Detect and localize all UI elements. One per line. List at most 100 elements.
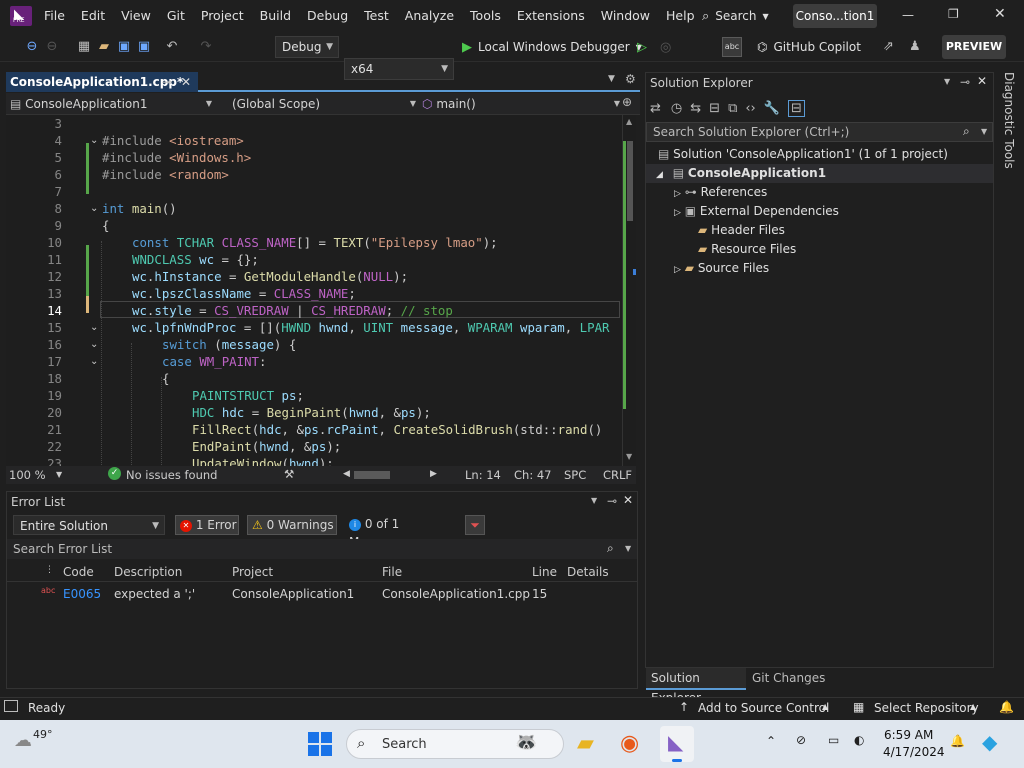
code-line[interactable]: 17 ⌄ case WM_PAINT:: [6, 353, 622, 370]
menu-tools[interactable]: Tools: [462, 0, 509, 32]
clock-date[interactable]: 4/17/2024: [883, 745, 945, 759]
error-search-input[interactable]: Search Error List ⌕ ▼: [7, 539, 637, 559]
chevron-down-icon[interactable]: ▼: [625, 544, 631, 553]
solution-root-node[interactable]: ▤ Solution 'ConsoleApplication1' (1 of 1…: [658, 145, 948, 164]
issues-status[interactable]: No issues found: [126, 468, 217, 482]
menu-view[interactable]: View: [113, 0, 159, 32]
code-line[interactable]: 23 UpdateWindow(hwnd);: [6, 455, 622, 466]
scroll-thumb[interactable]: [627, 141, 633, 221]
properties-icon[interactable]: 🔧: [764, 101, 780, 116]
pin-icon[interactable]: ⊸: [607, 494, 617, 508]
code-line[interactable]: 16 ⌄ switch (message) {: [6, 336, 622, 353]
table-row[interactable]: abc E0065 expected a ';' ConsoleApplicat…: [7, 584, 637, 604]
github-copilot-button[interactable]: ⌬ GitHub Copilot: [757, 36, 861, 58]
code-line[interactable]: 21 FillRect(hdc, &ps.rcPaint, CreateSolid…: [6, 421, 622, 438]
copilot-taskbar-icon[interactable]: ◆: [982, 730, 997, 754]
split-editor-icon[interactable]: ⊕: [622, 95, 632, 109]
scroll-left-icon[interactable]: ◀: [343, 469, 350, 479]
clock-time[interactable]: 6:59 AM: [884, 728, 933, 742]
error-code-link[interactable]: E0065: [63, 587, 101, 601]
menu-edit[interactable]: Edit: [73, 0, 113, 32]
whitespace-indicator[interactable]: SPC: [564, 468, 586, 482]
chevron-down-icon[interactable]: ▼: [56, 470, 62, 479]
start-button-icon[interactable]: [308, 732, 332, 756]
fold-chevron-icon[interactable]: ⌄: [90, 132, 98, 149]
editor-vertical-scrollbar[interactable]: ▲ ▼: [622, 115, 636, 466]
scroll-right-icon[interactable]: ▶: [430, 469, 437, 479]
warnings-filter-button[interactable]: ⚠ 0 Warnings: [247, 515, 337, 535]
chevron-down-icon[interactable]: ▼: [981, 127, 987, 136]
panel-menu-icon[interactable]: ▼: [591, 496, 597, 505]
tree-item-references[interactable]: ▷ ⊶ References: [674, 183, 767, 202]
start-debugging-button[interactable]: ▶ Local Windows Debugger ▼: [462, 36, 642, 58]
visual-studio-taskbar-icon[interactable]: ◣: [660, 726, 694, 762]
restore-icon[interactable]: ❐: [948, 7, 959, 21]
chevron-up-icon[interactable]: ▲: [822, 702, 828, 711]
close-icon[interactable]: ✕: [994, 6, 1006, 22]
errors-filter-button[interactable]: ✕ 1 Error: [175, 515, 239, 535]
feedback-icon[interactable]: ♟: [909, 39, 921, 54]
menu-window[interactable]: Window: [593, 0, 658, 32]
tab-solution-explorer[interactable]: Solution Explorer: [646, 668, 746, 705]
tab-git-changes[interactable]: Git Changes: [752, 668, 825, 690]
editor-settings-icon[interactable]: ⚙: [625, 72, 636, 86]
search-menu[interactable]: ⌕ Search ▼: [702, 6, 769, 26]
minimize-icon[interactable]: —: [902, 8, 914, 22]
file-explorer-icon[interactable]: ▰: [577, 731, 594, 756]
tree-item-header-files[interactable]: ▰ Header Files: [698, 221, 785, 240]
scroll-up-icon[interactable]: ▲: [626, 117, 632, 126]
preview-selected-icon[interactable]: ⊟: [787, 99, 805, 117]
filter-icon[interactable]: ⏷: [465, 515, 485, 535]
panel-close-icon[interactable]: ✕: [623, 493, 633, 507]
code-line[interactable]: 14 wc.style = CS_VREDRAW | CS_HREDRAW; //…: [6, 302, 622, 319]
code-line[interactable]: 13 wc.lpszClassName = CLASS_NAME;: [6, 285, 622, 302]
weather-temp[interactable]: 49°: [33, 728, 53, 741]
code-line[interactable]: 18 {: [6, 370, 622, 387]
switch-views-icon[interactable]: ⇆: [690, 101, 701, 116]
search-icon[interactable]: ⌕: [607, 541, 614, 556]
code-line[interactable]: 12 wc.hInstance = GetModuleHandle(NULL);: [6, 268, 622, 285]
undo-icon[interactable]: ↶: [162, 36, 182, 56]
view-code-icon[interactable]: ‹›: [745, 101, 755, 116]
menu-project[interactable]: Project: [193, 0, 252, 32]
menu-file[interactable]: File: [36, 0, 73, 32]
column-file[interactable]: File: [382, 565, 402, 579]
line-ending-indicator[interactable]: CRLF: [603, 468, 632, 482]
menu-build[interactable]: Build: [252, 0, 299, 32]
code-line[interactable]: 3: [6, 115, 622, 132]
code-line[interactable]: 6 #include <random>: [6, 166, 622, 183]
back-icon[interactable]: ⊖: [22, 36, 42, 56]
tree-item-source-files[interactable]: ▷ ▰ Source Files: [674, 259, 769, 278]
scroll-down-icon[interactable]: ▼: [626, 452, 632, 461]
panel-menu-icon[interactable]: ▼: [944, 77, 950, 86]
redo-icon[interactable]: ↷: [196, 36, 216, 56]
fold-chevron-icon[interactable]: ⌄: [90, 319, 98, 336]
code-line[interactable]: 15 ⌄ wc.lpfnWndProc = [](HWND hwnd, UINT m…: [6, 319, 622, 336]
code-line[interactable]: 19 PAINTSTRUCT ps;: [6, 387, 622, 404]
code-line[interactable]: 9{: [6, 217, 622, 234]
code-line[interactable]: 10 const TCHAR CLASS_NAME[] = TEXT("Epile…: [6, 234, 622, 251]
fold-chevron-icon[interactable]: ⌄: [90, 200, 98, 217]
solution-search-input[interactable]: Search Solution Explorer (Ctrl+;) ⌕ ▼: [646, 122, 993, 142]
display-icon[interactable]: ▭: [828, 733, 839, 747]
panel-close-icon[interactable]: ✕: [977, 74, 987, 88]
config-dropdown[interactable]: Debug ▼: [275, 36, 339, 58]
fold-chevron-icon[interactable]: ⌄: [90, 336, 98, 353]
menu-extensions[interactable]: Extensions: [509, 0, 593, 32]
network-off-icon[interactable]: ⊘: [796, 733, 806, 747]
column-project[interactable]: Project: [232, 565, 273, 579]
chevron-up-icon[interactable]: ⌃: [766, 734, 776, 748]
attach-icon[interactable]: ◎: [660, 40, 671, 55]
new-project-icon[interactable]: ▦: [74, 36, 94, 56]
open-folder-icon[interactable]: ▰: [94, 36, 114, 56]
firefox-icon[interactable]: ◉: [620, 731, 639, 756]
add-to-source-control[interactable]: Add to Source Control: [698, 701, 829, 715]
cleanup-icon[interactable]: ⚒: [284, 467, 294, 481]
code-editor[interactable]: 3 4 ⌄ #include <iostream> 5 #include <Windows…: [6, 115, 622, 466]
menu-help[interactable]: Help: [658, 0, 703, 32]
pin-icon[interactable]: ⊸: [960, 75, 970, 89]
tree-item-external-dependencies[interactable]: ▷ ▣ External Dependencies: [674, 202, 839, 221]
expanded-arrow-icon[interactable]: ◢: [656, 170, 663, 180]
column-details[interactable]: Details: [567, 565, 609, 579]
tab-consoleapplication1-cpp[interactable]: ConsoleApplication1.cpp* ⊸ ✕: [6, 72, 198, 92]
